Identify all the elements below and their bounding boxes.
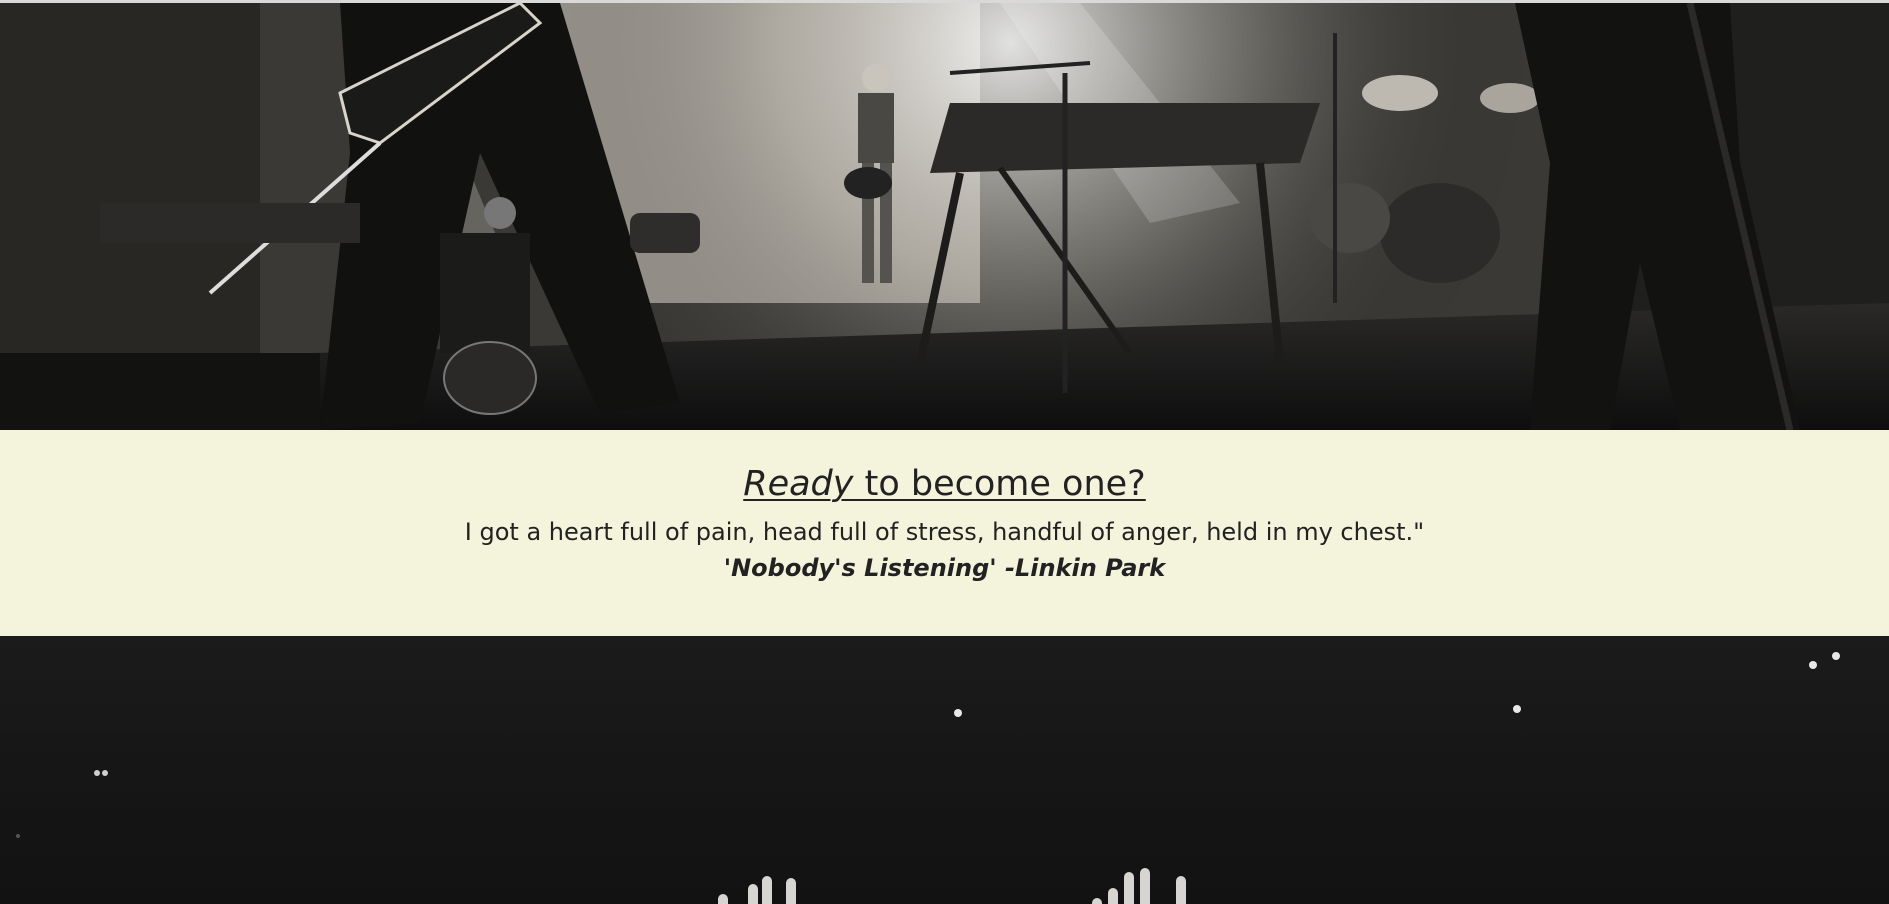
hero-concert-image [0,3,1889,430]
quote-section: Ready to become one? I got a heart full … [0,430,1889,636]
section-headline: Ready to become one? [0,462,1889,506]
crowd-image [0,636,1889,904]
lyric-quote: I got a heart full of pain, head full of… [464,518,1425,546]
headline-emphasis: Ready [743,464,854,504]
quote-attribution: 'Nobody's Listening' -Linkin Park [723,554,1166,582]
crowd-hands-photo [16,652,1840,904]
headline-rest: to become one? [853,464,1146,504]
band-on-stage-image [0,3,1889,430]
